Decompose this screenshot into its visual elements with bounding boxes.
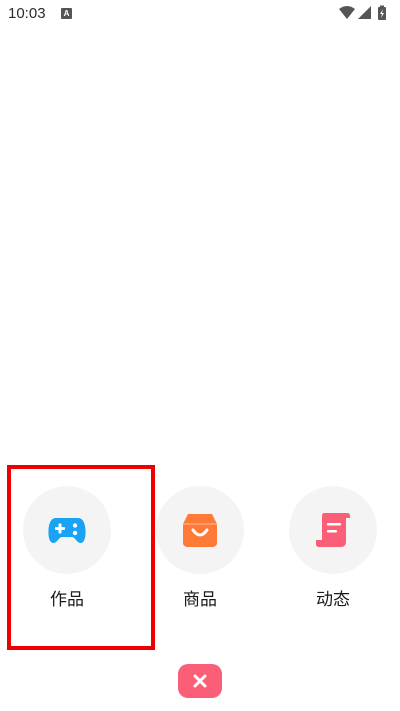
products-label: 商品	[183, 590, 217, 610]
option-products[interactable]: 商品	[150, 486, 250, 611]
wifi-icon	[339, 6, 355, 19]
status-time: 10:03	[8, 5, 46, 22]
close-icon	[193, 674, 207, 688]
screen: 10:03 A 作品 商品 动态	[0, 0, 400, 711]
notification-icon: A	[61, 8, 72, 19]
products-icon-circle[interactable]	[156, 486, 244, 574]
close-button[interactable]	[178, 664, 222, 698]
moments-label: 动态	[316, 590, 350, 610]
status-bar: 10:03 A	[0, 0, 400, 28]
signal-icon	[358, 6, 371, 19]
battery-charging-icon	[378, 5, 386, 20]
scroll-icon	[316, 513, 350, 547]
moments-icon-circle[interactable]	[289, 486, 377, 574]
option-moments[interactable]: 动态	[283, 486, 383, 611]
shopping-bag-icon	[183, 514, 217, 547]
highlight-box	[7, 465, 155, 650]
status-icons	[338, 5, 394, 21]
